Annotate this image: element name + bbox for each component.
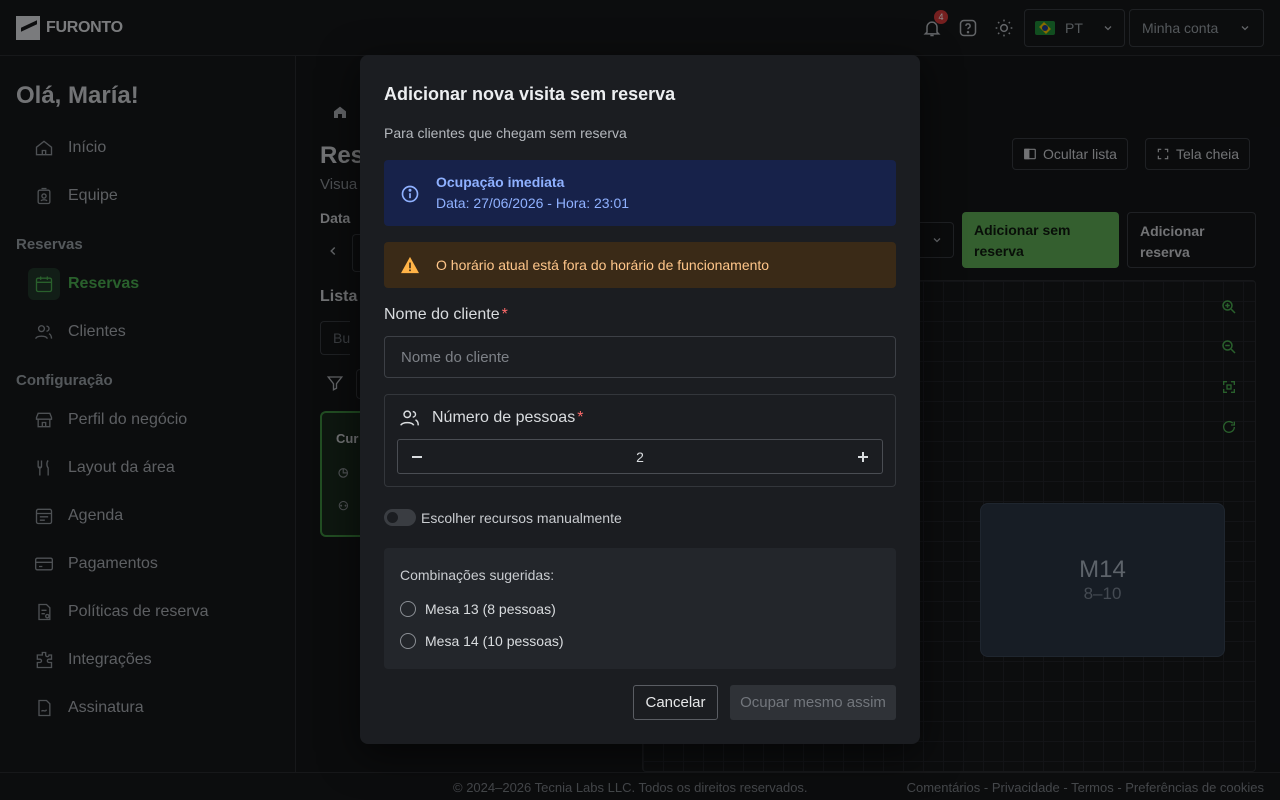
suggested-combinations-title: Combinações sugeridas:: [400, 567, 555, 583]
modal-subtitle: Para clientes que chegam sem reserva: [384, 125, 627, 141]
people-count-value[interactable]: 2: [636, 449, 644, 465]
modal-title: Adicionar nova visita sem reserva: [384, 84, 676, 104]
people-count-label: Número de pessoas: [432, 409, 576, 426]
people-count-field: Número de pessoas * 2: [384, 394, 896, 487]
manual-resources-toggle-row[interactable]: Escolher recursos manualmente: [384, 509, 622, 526]
occupy-anyway-button[interactable]: Ocupar mesmo assim: [730, 685, 896, 720]
info-alert: Ocupação imediata Data: 27/06/2026 - Hor…: [384, 160, 896, 226]
cancel-button[interactable]: Cancelar: [633, 685, 718, 720]
suggested-combinations: Combinações sugeridas: Mesa 13 (8 pessoa…: [384, 548, 896, 669]
client-name-label: Nome do cliente *: [384, 306, 508, 324]
required-mark: *: [577, 409, 584, 426]
client-name-input[interactable]: [384, 336, 896, 378]
manual-resources-toggle[interactable]: [384, 509, 416, 526]
warning-alert-text: O horário atual está fora do horário de …: [436, 257, 770, 273]
client-name-label-text: Nome do cliente: [384, 306, 500, 323]
radio-unchecked[interactable]: [400, 601, 416, 617]
walkin-modal: Adicionar nova visita sem reserva Para c…: [360, 55, 920, 744]
combo-option[interactable]: Mesa 14 (10 pessoas): [400, 633, 564, 649]
combo-option-label: Mesa 13 (8 pessoas): [425, 601, 556, 617]
decrement-button[interactable]: [398, 440, 436, 473]
info-alert-text: Data: 27/06/2026 - Hora: 23:01: [436, 195, 630, 211]
people-count-header: Número de pessoas *: [398, 407, 583, 429]
warning-icon: [401, 256, 419, 274]
warning-alert: O horário atual está fora do horário de …: [384, 242, 896, 288]
manual-resources-label: Escolher recursos manualmente: [421, 509, 622, 526]
people-count-stepper: 2: [397, 439, 883, 474]
users-icon: [400, 410, 419, 426]
radio-unchecked[interactable]: [400, 633, 416, 649]
minus-icon: [412, 455, 422, 458]
combo-option-label: Mesa 14 (10 pessoas): [425, 633, 564, 649]
info-icon: [401, 185, 419, 203]
plus-icon: [857, 451, 868, 462]
increment-button[interactable]: [844, 440, 882, 473]
required-mark: *: [501, 306, 508, 323]
combo-option[interactable]: Mesa 13 (8 pessoas): [400, 601, 556, 617]
info-alert-title: Ocupação imediata: [436, 174, 565, 190]
